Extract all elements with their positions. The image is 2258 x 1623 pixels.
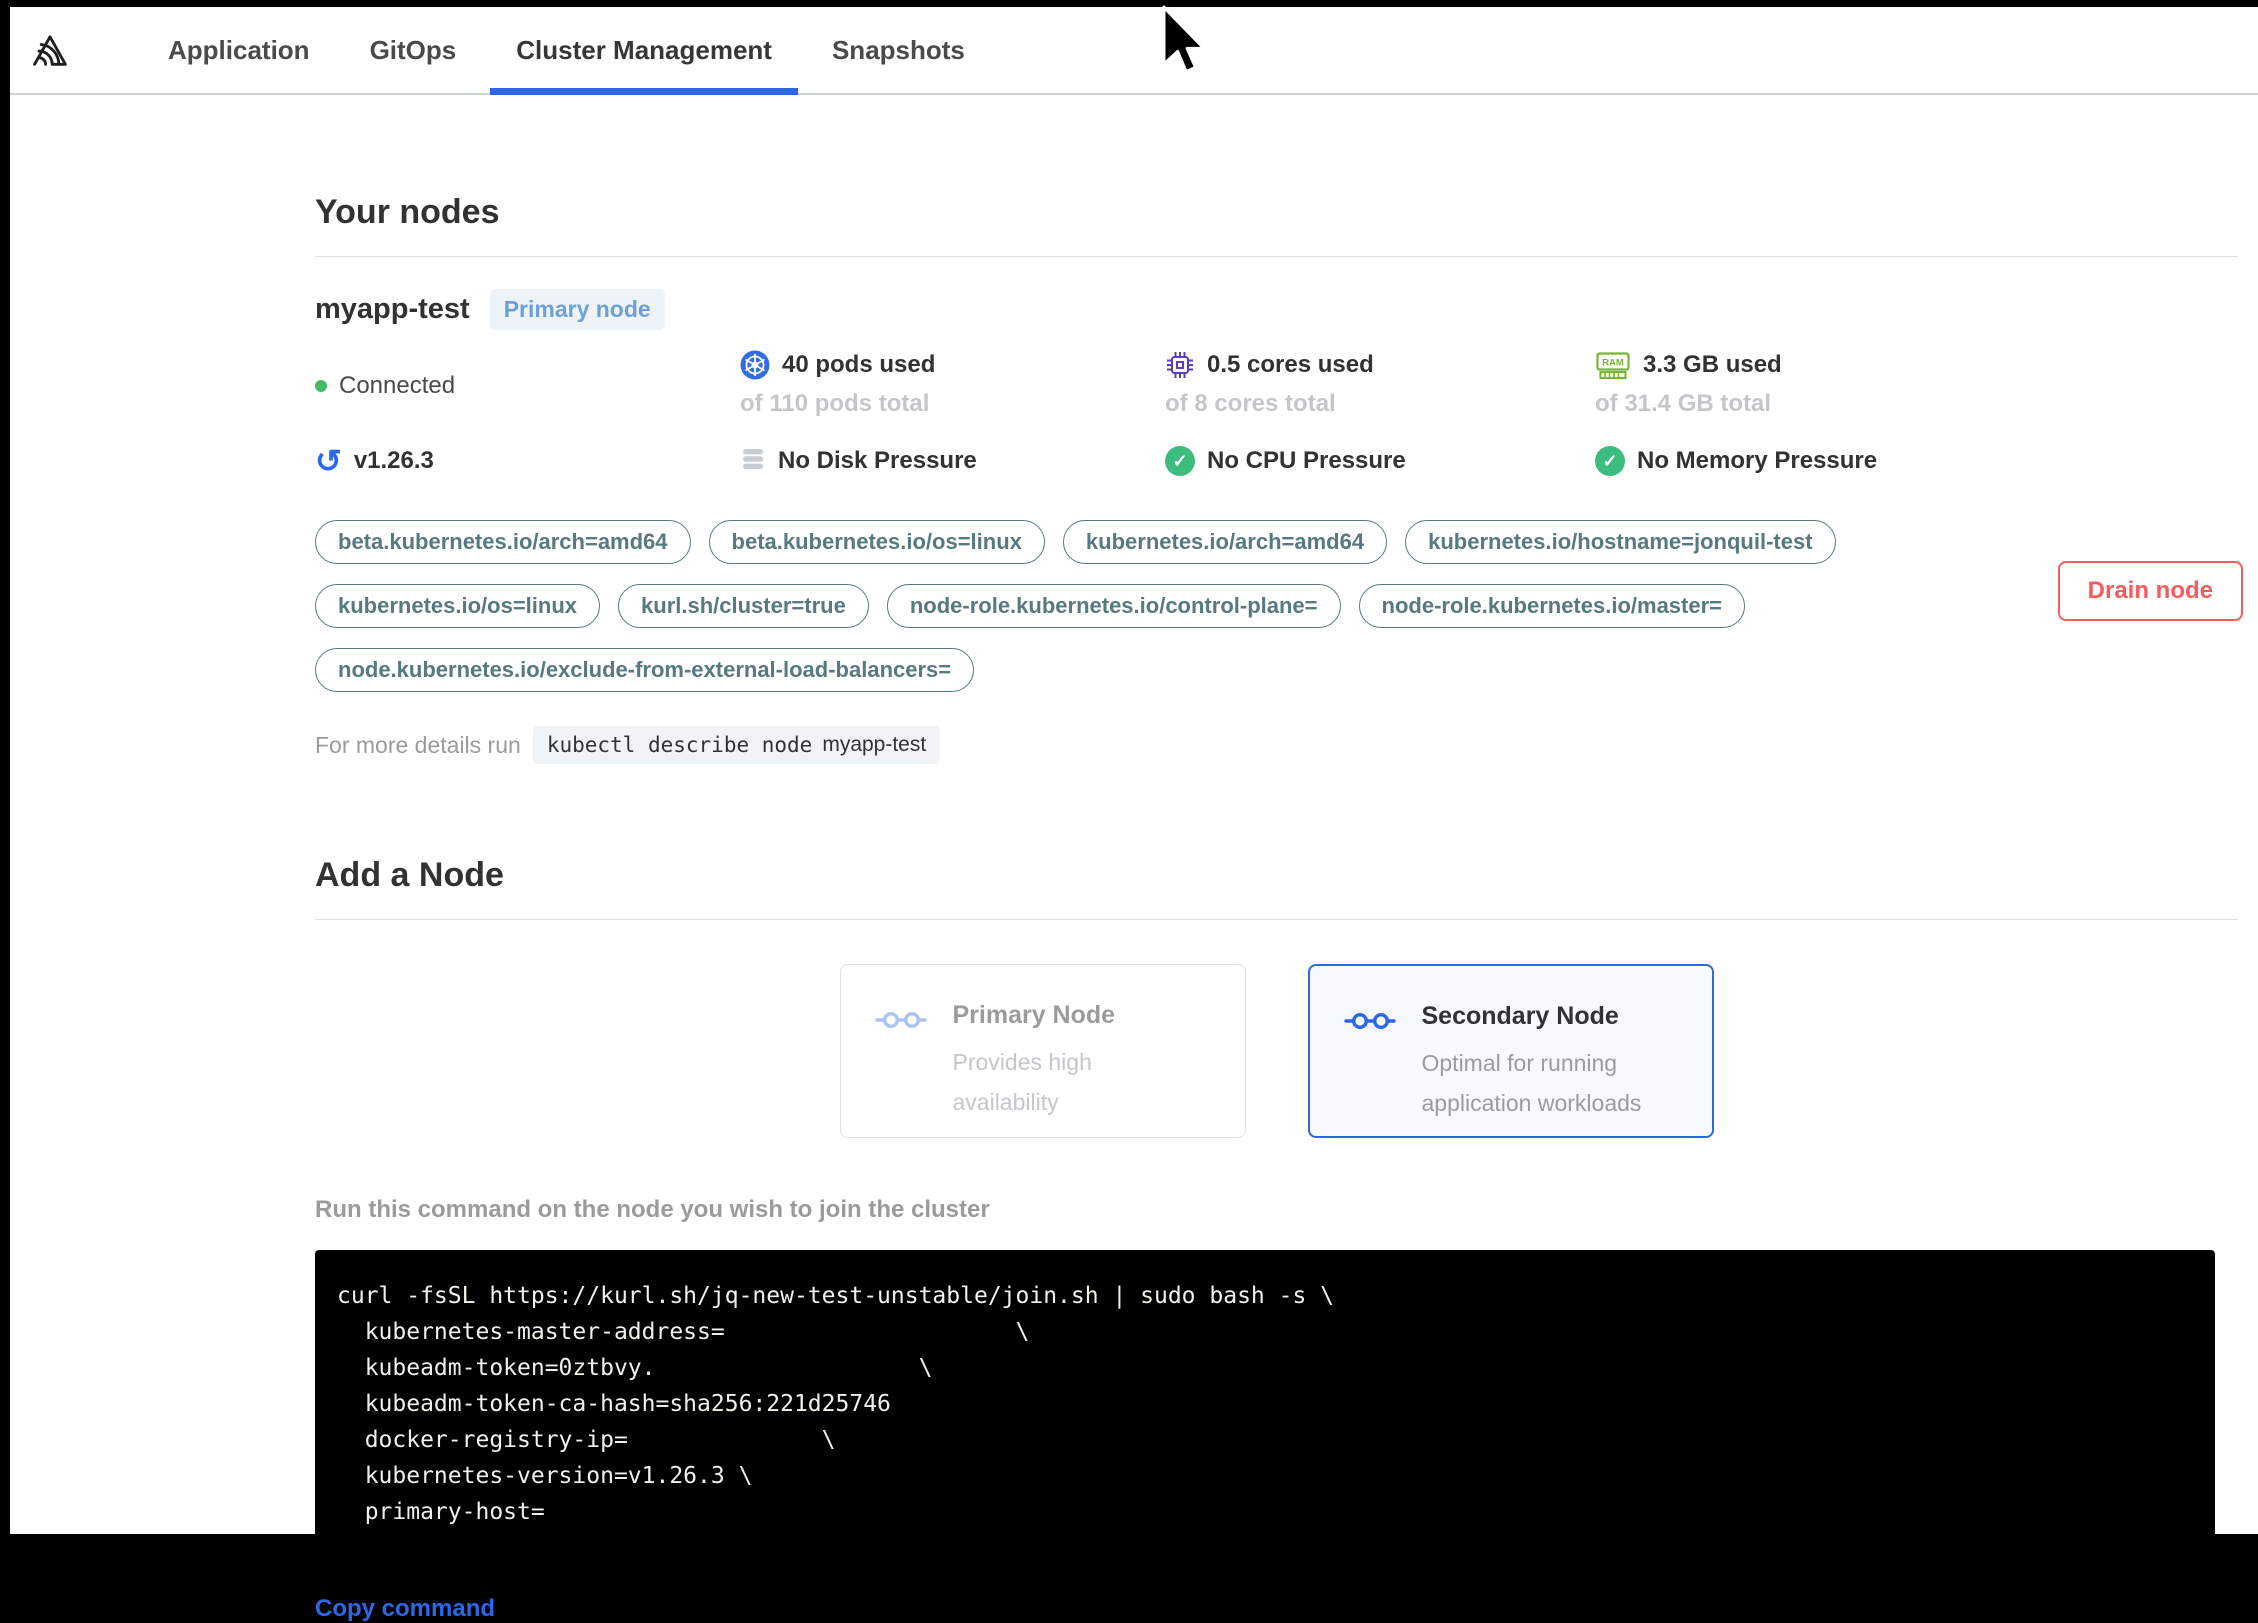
- version-icon: ↺: [315, 443, 342, 479]
- tab-gitops[interactable]: GitOps: [340, 7, 487, 93]
- node-header: myapp-test Primary node: [315, 289, 2238, 330]
- tab-snapshots[interactable]: Snapshots: [802, 7, 995, 93]
- your-nodes-heading: Your nodes: [315, 95, 2238, 257]
- join-command-code-block: curl -fsSL https://kurl.sh/jq-new-test-u…: [315, 1250, 2215, 1554]
- pods-total-label: of 110 pods total: [740, 390, 930, 417]
- memory-used-label: 3.3 GB used: [1643, 351, 1782, 378]
- node-version-label: v1.26.3: [353, 447, 434, 474]
- ram-icon: RAM: [1596, 352, 1630, 379]
- node-label-tag: kubernetes.io/os=linux: [315, 584, 601, 628]
- kubernetes-pods-icon: [740, 350, 770, 380]
- disk-icon: [743, 449, 763, 469]
- cores-used-label: 0.5 cores used: [1207, 351, 1374, 378]
- node-label-tag: node-role.kubernetes.io/control-plane=: [886, 584, 1341, 628]
- kubectl-command: kubectl describe node: [546, 733, 813, 757]
- node-status: Connected: [315, 350, 740, 418]
- tab-application[interactable]: Application: [138, 7, 340, 93]
- pods-used-label: 40 pods used: [782, 351, 936, 378]
- secondary-node-option-title: Secondary Node: [1421, 1002, 1619, 1030]
- node-labels: beta.kubernetes.io/arch=amd64 beta.kuber…: [315, 520, 1875, 692]
- kubectl-node-name: myapp-test: [822, 733, 927, 756]
- node-details-hint: For more details run kubectl describe no…: [315, 726, 2238, 764]
- node-link-icon: [1343, 1012, 1396, 1030]
- cpu-pressure-label: No CPU Pressure: [1207, 447, 1406, 474]
- node-label-tag: kubernetes.io/arch=amd64: [1062, 520, 1388, 564]
- svg-text:RAM: RAM: [1602, 358, 1624, 369]
- cpu-icon: [1167, 352, 1193, 378]
- check-icon: ✓: [1595, 446, 1625, 476]
- node-label-tag: node-role.kubernetes.io/master=: [1358, 584, 1746, 628]
- secondary-node-option-desc: Optimal for running application workload…: [1421, 1050, 1642, 1116]
- node-stats-grid: Connected 40 pods used of 110 pods total…: [315, 350, 2238, 479]
- memory-pressure-label: No Memory Pressure: [1637, 447, 1878, 474]
- node-status-label: Connected: [339, 372, 456, 399]
- node-label-tag: beta.kubernetes.io/arch=amd64: [315, 520, 691, 564]
- drain-node-button[interactable]: Drain node: [2057, 561, 2243, 621]
- stat-pods: 40 pods used of 110 pods total: [740, 350, 1165, 418]
- primary-node-option-title: Primary Node: [952, 1001, 1116, 1029]
- memory-total-label: of 31.4 GB total: [1595, 390, 1772, 417]
- node-name: myapp-test: [315, 293, 470, 325]
- node-label-tag: node.kubernetes.io/exclude-from-external…: [315, 648, 975, 692]
- connected-dot-icon: [315, 380, 327, 392]
- node-label-tag: beta.kubernetes.io/os=linux: [708, 520, 1045, 564]
- primary-node-option[interactable]: Primary Node Provides high availability: [839, 964, 1246, 1138]
- tab-cluster-management[interactable]: Cluster Management: [486, 7, 802, 95]
- join-command-instruction: Run this command on the node you wish to…: [315, 1196, 990, 1223]
- stat-cores: 0.5 cores used of 8 cores total: [1165, 350, 1595, 418]
- kubectl-describe-chip: kubectl describe node myapp-test: [532, 726, 941, 764]
- admin-console-page: Application GitOps Cluster Management Sn…: [10, 7, 2258, 1622]
- stat-memory: RAM 3.3 GB used of 31.4 GB total: [1595, 350, 2238, 418]
- kurl-logo-icon: [28, 28, 72, 72]
- disk-pressure-condition: No Disk Pressure: [740, 446, 1165, 476]
- cpu-pressure-condition: ✓ No CPU Pressure: [1165, 446, 1595, 476]
- primary-node-option-desc: Provides high availability: [952, 1049, 1092, 1115]
- details-prefix: For more details run: [315, 731, 521, 758]
- copy-command-link[interactable]: Copy command: [315, 1595, 495, 1623]
- nav-tabs: Application GitOps Cluster Management Sn…: [138, 7, 995, 95]
- cores-total-label: of 8 cores total: [1165, 390, 1336, 417]
- add-node-heading: Add a Node: [315, 856, 2238, 920]
- node-label-tag: kubernetes.io/hostname=jonquil-test: [1405, 520, 1836, 564]
- node-label-tag: kurl.sh/cluster=true: [618, 584, 869, 628]
- node-link-icon: [874, 1011, 927, 1029]
- secondary-node-option[interactable]: Secondary Node Optimal for running appli…: [1307, 964, 1714, 1138]
- node-type-options: Primary Node Provides high availability …: [315, 964, 2238, 1138]
- primary-node-badge: Primary node: [489, 289, 665, 330]
- check-icon: ✓: [1165, 446, 1195, 476]
- memory-pressure-condition: ✓ No Memory Pressure: [1595, 446, 2238, 476]
- disk-pressure-label: No Disk Pressure: [778, 447, 977, 474]
- top-navbar: Application GitOps Cluster Management Sn…: [10, 7, 2258, 95]
- main-content: Your nodes myapp-test Primary node Conne…: [10, 95, 2258, 1623]
- node-version: ↺ v1.26.3: [315, 443, 740, 479]
